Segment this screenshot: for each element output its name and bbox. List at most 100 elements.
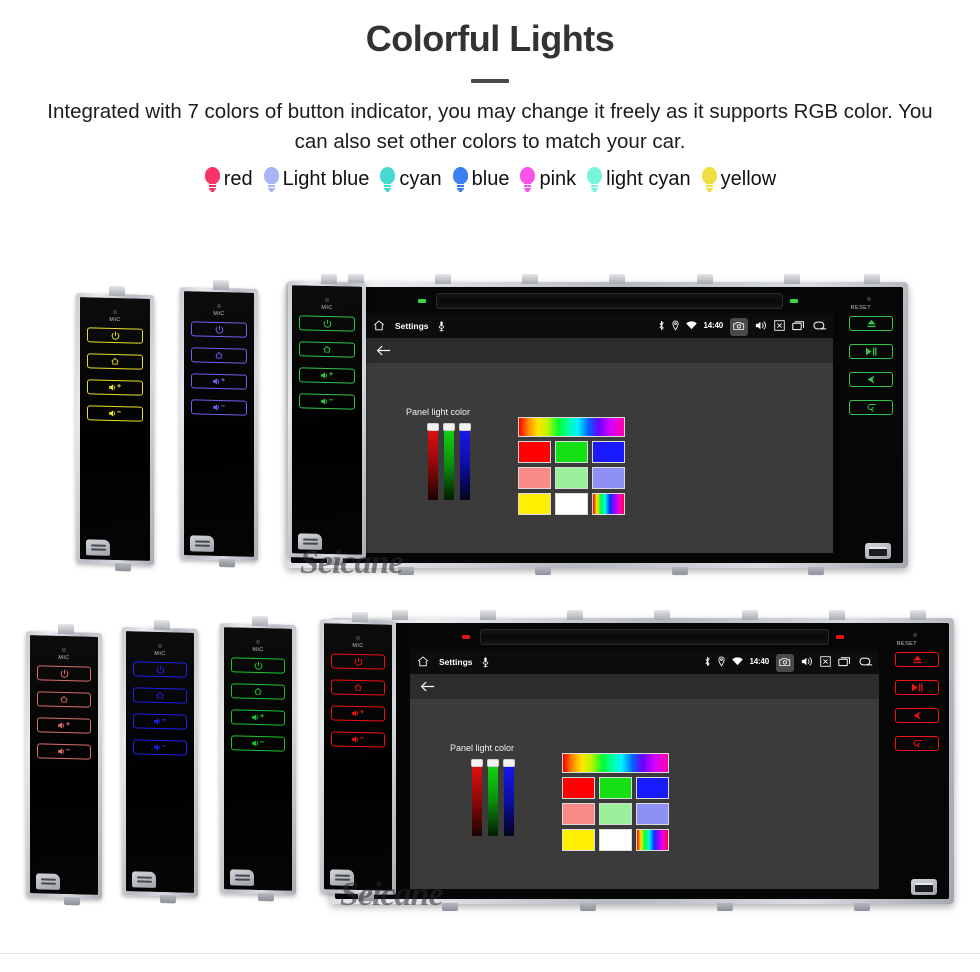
disc-slot[interactable] — [436, 293, 783, 309]
side-button-volume-up[interactable] — [133, 713, 187, 730]
side-button-volume-down[interactable] — [191, 399, 247, 416]
side-button-volume-down[interactable] — [133, 739, 187, 756]
side-button-power[interactable] — [191, 321, 247, 338]
sd-card-slot[interactable] — [36, 873, 60, 890]
swatch-red[interactable] — [562, 777, 595, 799]
side-button-volume-up[interactable] — [299, 367, 355, 384]
slider-thumb[interactable] — [459, 423, 471, 431]
side-button-power[interactable] — [87, 327, 143, 344]
blue-slider[interactable] — [459, 423, 471, 500]
swatch-yellow[interactable] — [562, 829, 595, 851]
reset-hole-icon[interactable] — [867, 297, 871, 301]
reset-hole-icon[interactable] — [913, 633, 917, 637]
volume-icon[interactable] — [755, 320, 767, 331]
green-slider[interactable] — [487, 759, 499, 836]
camera-icon[interactable] — [776, 654, 794, 672]
head-button-play-pause[interactable] — [895, 680, 939, 695]
side-button-home[interactable] — [299, 341, 355, 358]
side-button-volume-up[interactable] — [331, 705, 385, 722]
side-button-power[interactable] — [231, 657, 285, 674]
swatch-salmon[interactable] — [518, 467, 551, 489]
recents-icon[interactable] — [838, 656, 851, 667]
slider-thumb[interactable] — [503, 759, 515, 767]
head-button-navigation[interactable] — [849, 372, 893, 387]
swatch-blue[interactable] — [592, 441, 625, 463]
swatch-green[interactable] — [599, 777, 632, 799]
side-button-home[interactable] — [87, 353, 143, 370]
sd-card-slot[interactable] — [230, 869, 254, 886]
swatch-white[interactable] — [555, 493, 588, 515]
side-button-volume-down[interactable] — [87, 405, 143, 422]
back-arrow-icon[interactable] — [420, 680, 435, 693]
swatch-red[interactable] — [518, 441, 551, 463]
swatch-white[interactable] — [599, 829, 632, 851]
head-button-navigation[interactable] — [895, 708, 939, 723]
sd-card-slot[interactable] — [132, 871, 156, 888]
side-button-home[interactable] — [331, 679, 385, 696]
back-arrow-icon[interactable] — [858, 656, 873, 667]
swatch-lightgreen[interactable] — [599, 803, 632, 825]
side-button-power[interactable] — [299, 315, 355, 332]
sd-card-slot[interactable] — [330, 869, 354, 886]
android-screen[interactable]: Settings 14:40 Panel light color — [366, 313, 833, 553]
mount-clip — [392, 610, 409, 620]
head-button-eject[interactable] — [895, 652, 939, 667]
usb-port[interactable] — [911, 879, 937, 895]
swatch-periwinkle[interactable] — [636, 803, 669, 825]
side-button-home[interactable] — [37, 691, 91, 708]
side-button-volume-up[interactable] — [37, 717, 91, 734]
red-slider[interactable] — [471, 759, 483, 836]
side-button-home[interactable] — [231, 683, 285, 700]
swatch-salmon[interactable] — [562, 803, 595, 825]
volume-icon[interactable] — [801, 656, 813, 667]
sd-card-slot[interactable] — [298, 533, 322, 550]
blue-slider[interactable] — [503, 759, 515, 836]
swatch-yellow[interactable] — [518, 493, 551, 515]
head-button-return[interactable] — [849, 400, 893, 415]
swatch-lightgreen[interactable] — [555, 467, 588, 489]
camera-icon[interactable] — [730, 318, 748, 336]
side-button-volume-down[interactable] — [299, 393, 355, 410]
back-arrow-icon[interactable] — [376, 344, 391, 357]
slider-thumb[interactable] — [427, 423, 439, 431]
side-button-home[interactable] — [133, 687, 187, 704]
usb-port[interactable] — [865, 543, 891, 559]
android-screen[interactable]: Settings 14:40 Panel light color — [410, 649, 879, 889]
spectrum-bar[interactable] — [518, 417, 625, 437]
head-button-return[interactable] — [895, 736, 939, 751]
side-button-volume-up[interactable] — [191, 373, 247, 390]
side-button-power[interactable] — [37, 665, 91, 682]
side-button-volume-up[interactable] — [87, 379, 143, 396]
green-slider[interactable] — [443, 423, 455, 500]
swatch-periwinkle[interactable] — [592, 467, 625, 489]
red-slider[interactable] — [427, 423, 439, 500]
side-button-home[interactable] — [191, 347, 247, 364]
recents-icon[interactable] — [792, 320, 805, 331]
side-button-power[interactable] — [331, 653, 385, 670]
swatch-blue[interactable] — [636, 777, 669, 799]
swatch-green[interactable] — [555, 441, 588, 463]
close-box-icon[interactable] — [820, 656, 831, 667]
sd-card-slot[interactable] — [86, 539, 110, 556]
home-icon[interactable] — [372, 319, 386, 332]
side-button-volume-down[interactable] — [331, 731, 385, 748]
side-button-volume-down[interactable] — [231, 735, 285, 752]
slider-thumb[interactable] — [471, 759, 483, 767]
head-button-play-pause[interactable] — [849, 344, 893, 359]
head-button-eject[interactable] — [849, 316, 893, 331]
home-icon[interactable] — [416, 655, 430, 668]
close-box-icon[interactable] — [774, 320, 785, 331]
swatch-rainbow[interactable] — [592, 493, 625, 515]
side-button-volume-up[interactable] — [231, 709, 285, 726]
mount-clip — [783, 274, 800, 284]
spectrum-bar[interactable] — [562, 753, 669, 773]
sd-card-slot[interactable] — [190, 535, 214, 552]
side-button-power[interactable] — [133, 661, 187, 678]
side-button-volume-down[interactable] — [37, 743, 91, 760]
back-arrow-icon[interactable] — [812, 320, 827, 331]
disc-slot[interactable] — [480, 629, 829, 645]
slider-thumb[interactable] — [443, 423, 455, 431]
slider-thumb[interactable] — [487, 759, 499, 767]
swatch-rainbow[interactable] — [636, 829, 669, 851]
status-led — [418, 299, 426, 303]
